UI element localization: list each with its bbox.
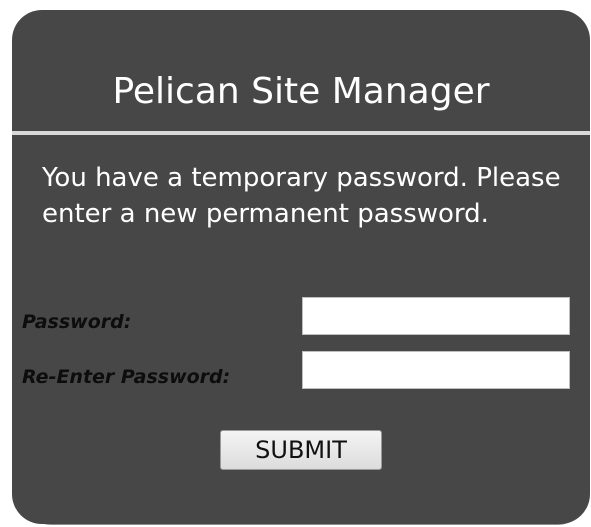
password-reset-panel: Pelican Site Manager You have a temporar… [12, 10, 590, 524]
submit-button[interactable]: SUBMIT [220, 430, 382, 470]
reenter-password-field[interactable] [302, 351, 570, 389]
reenter-password-label: Re-Enter Password: [22, 366, 231, 388]
password-field[interactable] [302, 297, 570, 335]
temporary-password-message: You have a temporary password. Please en… [42, 163, 561, 229]
password-label: Password: [22, 311, 132, 333]
title-divider [12, 131, 590, 135]
page-title: Pelican Site Manager [112, 71, 490, 112]
